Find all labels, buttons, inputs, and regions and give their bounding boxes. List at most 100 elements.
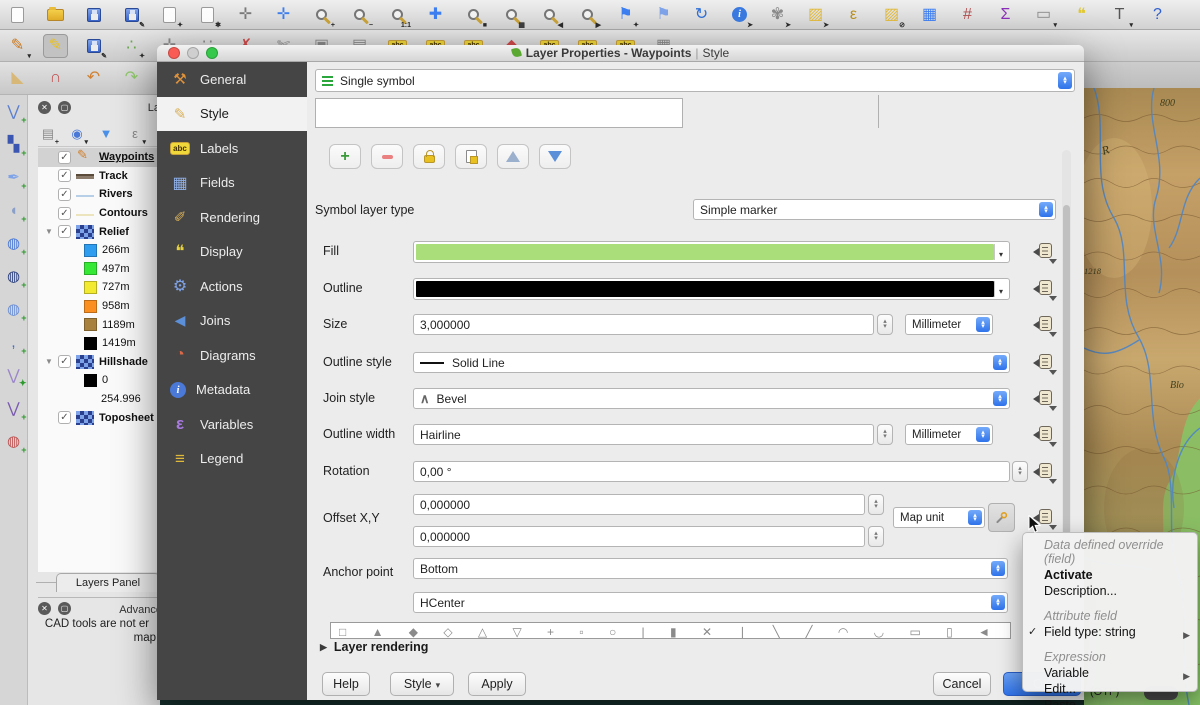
snapping-options-icon[interactable]: ∩ bbox=[43, 66, 68, 90]
save-project-icon[interactable] bbox=[81, 3, 106, 27]
offset-y-spinner[interactable] bbox=[868, 526, 884, 547]
panel-close-icon[interactable]: ✕ bbox=[38, 101, 51, 114]
apply-button[interactable]: Apply bbox=[468, 672, 526, 696]
layer-row[interactable]: 266m bbox=[38, 241, 160, 260]
menu-item-description[interactable]: Description... bbox=[1023, 583, 1197, 599]
menu-item-variable[interactable]: Variable bbox=[1023, 665, 1197, 681]
layer-row[interactable]: ▼ Relief bbox=[38, 222, 160, 241]
layer-row[interactable]: Track bbox=[38, 167, 160, 186]
fill-data-defined-override-button[interactable] bbox=[1032, 241, 1058, 263]
dropdown-spinner-icon[interactable] bbox=[991, 595, 1005, 610]
duplicate-symbol-layer-button[interactable] bbox=[455, 144, 487, 169]
offset-x-spinner[interactable] bbox=[868, 494, 884, 515]
select-by-expression-icon[interactable]: ε bbox=[841, 3, 866, 27]
refresh-map-icon[interactable]: ↻ bbox=[689, 3, 714, 27]
add-spatialite-layer-icon[interactable]: ✒ + bbox=[2, 165, 26, 189]
layer-row[interactable]: 497m bbox=[38, 260, 160, 279]
style-menu-button[interactable]: Style bbox=[390, 672, 454, 696]
zoom-to-selection-icon[interactable]: ■ bbox=[461, 3, 486, 27]
renderer-dropdown[interactable]: Single symbol bbox=[315, 69, 1075, 92]
offset-unit-dropdown[interactable]: Map unit bbox=[893, 507, 985, 528]
sidebar-tab[interactable]: Metadata bbox=[157, 373, 307, 408]
zoom-in-icon[interactable]: + bbox=[309, 3, 334, 27]
deselect-features-icon[interactable]: ▨ ⊘ bbox=[879, 3, 904, 27]
field-calculator-icon[interactable]: # bbox=[955, 3, 980, 27]
menu-item-activate[interactable]: Activate bbox=[1023, 567, 1197, 583]
add-postgis-layer-icon[interactable]: ◖ + bbox=[2, 198, 26, 222]
save-project-as-icon[interactable]: ✎ bbox=[119, 3, 144, 27]
select-features-icon[interactable]: ▨ ➤ bbox=[803, 3, 828, 27]
menu-item-paste[interactable]: Paste bbox=[1023, 697, 1197, 705]
composer-manager-icon[interactable]: ✱ bbox=[195, 3, 220, 27]
offset-y-input[interactable]: 0,000000 bbox=[413, 526, 865, 547]
layer-row[interactable]: Rivers bbox=[38, 185, 160, 204]
lock-color-button[interactable] bbox=[413, 144, 445, 169]
remove-symbol-layer-button[interactable] bbox=[371, 144, 403, 169]
dropdown-spinner-icon[interactable] bbox=[976, 427, 990, 442]
size-spinner[interactable] bbox=[877, 314, 893, 335]
toggle-editing-icon[interactable]: ✎ bbox=[43, 34, 68, 58]
add-wcs-layer-icon[interactable]: ◍ + bbox=[2, 264, 26, 288]
zoom-last-icon[interactable]: ◀ bbox=[537, 3, 562, 27]
add-vector-layer-icon[interactable]: ⋁ + bbox=[2, 99, 26, 123]
outline-width-unit-dropdown[interactable]: Millimeter bbox=[905, 424, 993, 445]
layer-rendering-section[interactable]: Layer rendering bbox=[320, 640, 428, 654]
dropdown-spinner-icon[interactable] bbox=[1058, 72, 1072, 89]
zoom-native-icon[interactable]: 1:1 bbox=[385, 3, 410, 27]
fill-color-dropdown-icon[interactable] bbox=[994, 244, 1007, 260]
sidebar-tab[interactable]: Labels bbox=[157, 131, 307, 166]
outline-style-dropdown[interactable]: Solid Line bbox=[413, 352, 1010, 373]
dropdown-spinner-icon[interactable] bbox=[1039, 202, 1053, 217]
outline-data-defined-override-button[interactable] bbox=[1032, 278, 1058, 300]
layer-visibility-checkbox[interactable] bbox=[58, 355, 71, 368]
offset-x-input[interactable]: 0,000000 bbox=[413, 494, 865, 515]
layer-visibility-checkbox[interactable] bbox=[58, 151, 71, 164]
sidebar-tab[interactable]: Fields bbox=[157, 166, 307, 201]
menu-item-field-type[interactable]: Field type: string bbox=[1023, 624, 1197, 640]
zoom-full-icon[interactable]: ✚ bbox=[423, 3, 448, 27]
outline-color-button[interactable] bbox=[413, 278, 1010, 300]
add-wms-layer-icon[interactable]: ◍ + bbox=[2, 231, 26, 255]
new-bookmark-icon[interactable]: ⚑ bbox=[651, 3, 676, 27]
new-shapefile-layer-icon[interactable]: ⋁ ✦ bbox=[2, 363, 26, 387]
expand-arrow-icon[interactable]: ▼ bbox=[40, 357, 58, 366]
layer-row[interactable]: 0 bbox=[38, 371, 160, 390]
fill-color-button[interactable] bbox=[413, 241, 1010, 263]
expand-arrow-icon[interactable]: ▼ bbox=[40, 227, 58, 236]
show-statistics-icon[interactable]: Σ bbox=[993, 3, 1018, 27]
add-delimited-text-layer-icon[interactable]: , + bbox=[2, 330, 26, 354]
show-bookmarks-icon[interactable]: ⚑ ✦ bbox=[613, 3, 638, 27]
symbol-layers-tree[interactable] bbox=[315, 98, 683, 128]
open-project-icon[interactable] bbox=[43, 3, 68, 27]
save-layer-edits-icon[interactable]: ✎ bbox=[81, 34, 106, 58]
sidebar-tab[interactable]: General bbox=[157, 62, 307, 97]
add-raster-layer-icon[interactable]: ▚ + bbox=[2, 132, 26, 156]
sidebar-tab[interactable]: Legend bbox=[157, 442, 307, 477]
outline-width-input[interactable]: Hairline bbox=[413, 424, 874, 445]
manage-layer-visibility-icon[interactable]: ◉ ▾ bbox=[67, 124, 87, 144]
layer-row[interactable]: 1419m bbox=[38, 334, 160, 353]
outline-style-data-defined-override-button[interactable] bbox=[1032, 352, 1058, 374]
undo-icon[interactable]: ↶ bbox=[81, 66, 106, 90]
layer-visibility-checkbox[interactable] bbox=[58, 225, 71, 238]
layer-row[interactable]: 1189m bbox=[38, 315, 160, 334]
open-attribute-table-icon[interactable]: ▦ bbox=[917, 3, 942, 27]
layer-row[interactable]: ▼ Hillshade bbox=[38, 353, 160, 372]
move-up-button[interactable] bbox=[497, 144, 529, 169]
size-data-defined-override-button[interactable] bbox=[1032, 314, 1058, 336]
rotation-spinner[interactable] bbox=[1012, 461, 1028, 482]
sidebar-tab[interactable]: Display bbox=[157, 235, 307, 270]
add-wfs-layer-icon[interactable]: ◍ + bbox=[2, 297, 26, 321]
layer-visibility-checkbox[interactable] bbox=[58, 411, 71, 424]
filter-legend-icon[interactable]: ▼ bbox=[96, 124, 116, 144]
layer-row[interactable]: 958m bbox=[38, 297, 160, 316]
join-style-data-defined-override-button[interactable] bbox=[1032, 388, 1058, 410]
menu-item-edit[interactable]: Edit... bbox=[1023, 681, 1197, 697]
sidebar-tab[interactable]: Diagrams bbox=[157, 338, 307, 373]
layer-visibility-checkbox[interactable] bbox=[58, 188, 71, 201]
sidebar-tab[interactable]: Actions bbox=[157, 269, 307, 304]
add-oracle-layer-icon[interactable]: ◍ + bbox=[2, 429, 26, 453]
layer-row[interactable]: 727m bbox=[38, 278, 160, 297]
layer-visibility-checkbox[interactable] bbox=[58, 169, 71, 182]
anchor-vertical-dropdown[interactable]: Bottom bbox=[413, 558, 1008, 579]
